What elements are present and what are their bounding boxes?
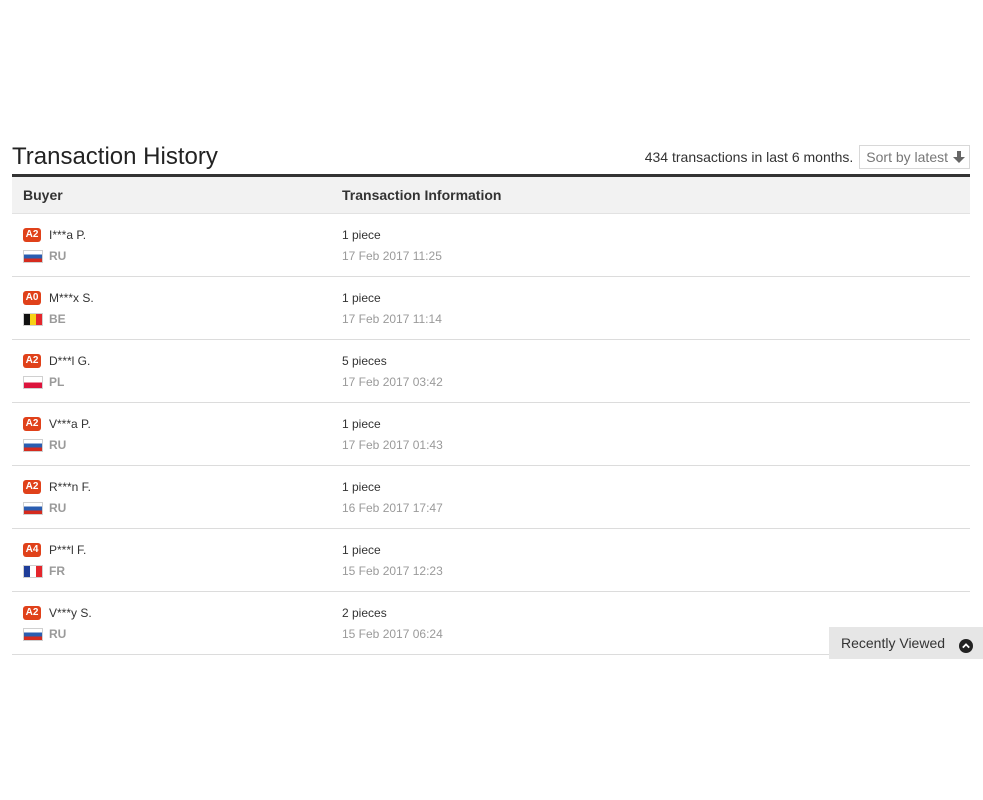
country-flag-icon xyxy=(23,249,43,263)
buyer-level-badge: A2 xyxy=(23,417,41,431)
buyer-level-badge: A2 xyxy=(23,354,41,368)
country-code: RU xyxy=(49,627,67,641)
table-row: A2 D***l G. PL 5 pieces 17 Feb 2017 03:4… xyxy=(12,340,970,403)
country-line: RU xyxy=(23,499,342,517)
country-flag-icon xyxy=(23,627,43,641)
buyer-level-badge: A0 xyxy=(23,291,41,305)
buyer-line: A2 V***y S. xyxy=(23,604,342,622)
country-flag-icon xyxy=(23,312,43,326)
table-row: A2 V***a P. RU 1 piece 17 Feb 2017 01:43 xyxy=(12,403,970,466)
quantity: 1 piece xyxy=(342,480,381,494)
recently-viewed-button[interactable]: Recently Viewed xyxy=(829,627,983,659)
country-line: PL xyxy=(23,373,342,391)
buyer-name: V***a P. xyxy=(49,417,91,431)
transaction-date: 17 Feb 2017 11:25 xyxy=(342,249,442,263)
buyer-level-badge: A4 xyxy=(23,543,41,557)
transaction-date: 17 Feb 2017 01:43 xyxy=(342,438,443,452)
quantity: 1 piece xyxy=(342,417,381,431)
transaction-info-cell: 5 pieces 17 Feb 2017 03:42 xyxy=(342,340,970,402)
country-code: BE xyxy=(49,312,66,326)
quantity: 1 piece xyxy=(342,228,381,242)
sort-label: Sort by latest xyxy=(866,149,948,165)
table-row: A2 V***y S. RU 2 pieces 15 Feb 2017 06:2… xyxy=(12,592,970,655)
transaction-history-section: Transaction History 434 transactions in … xyxy=(12,138,970,655)
buyer-level-badge: A2 xyxy=(23,228,41,242)
buyer-name: M***x S. xyxy=(49,291,94,305)
column-header-transaction-information: Transaction Information xyxy=(342,187,502,203)
transaction-info-cell: 1 piece 17 Feb 2017 11:14 xyxy=(342,277,970,339)
quantity: 2 pieces xyxy=(342,606,387,620)
table-body: A2 I***a P. RU 1 piece 17 Feb 2017 11:25… xyxy=(12,214,970,655)
buyer-line: A0 M***x S. xyxy=(23,289,342,307)
country-code: PL xyxy=(49,375,65,389)
buyer-cell: A2 R***n F. RU xyxy=(12,466,342,528)
transaction-date: 16 Feb 2017 17:47 xyxy=(342,501,443,515)
buyer-name: I***a P. xyxy=(49,228,87,242)
country-line: FR xyxy=(23,562,342,580)
header-meta: 434 transactions in last 6 months. Sort … xyxy=(645,145,970,169)
country-flag-icon xyxy=(23,501,43,515)
country-code: FR xyxy=(49,564,65,578)
buyer-cell: A2 I***a P. RU xyxy=(12,214,342,276)
quantity: 5 pieces xyxy=(342,354,387,368)
arrow-down-icon xyxy=(953,150,965,164)
transaction-date: 17 Feb 2017 03:42 xyxy=(342,375,443,389)
country-flag-icon xyxy=(23,375,43,389)
country-code: RU xyxy=(49,249,67,263)
country-code: RU xyxy=(49,501,67,515)
table-row: A2 R***n F. RU 1 piece 16 Feb 2017 17:47 xyxy=(12,466,970,529)
country-line: BE xyxy=(23,310,342,328)
buyer-name: R***n F. xyxy=(49,480,92,494)
buyer-line: A2 D***l G. xyxy=(23,352,342,370)
table-row: A0 M***x S. BE 1 piece 17 Feb 2017 11:14 xyxy=(12,277,970,340)
buyer-line: A2 R***n F. xyxy=(23,478,342,496)
country-code: RU xyxy=(49,438,67,452)
quantity: 1 piece xyxy=(342,291,381,305)
transaction-date: 15 Feb 2017 12:23 xyxy=(342,564,443,578)
buyer-line: A2 I***a P. xyxy=(23,226,342,244)
buyer-level-badge: A2 xyxy=(23,480,41,494)
buyer-line: A4 P***l F. xyxy=(23,541,342,559)
page: Transaction History 434 transactions in … xyxy=(0,0,983,800)
buyer-cell: A2 V***a P. RU xyxy=(12,403,342,465)
recently-viewed-label: Recently Viewed xyxy=(841,635,946,651)
buyer-cell: A2 V***y S. RU xyxy=(12,592,342,654)
page-title: Transaction History xyxy=(12,143,218,170)
transaction-info-cell: 1 piece 15 Feb 2017 12:23 xyxy=(342,529,970,591)
buyer-name: D***l G. xyxy=(49,354,91,368)
table-header: Buyer Transaction Information xyxy=(12,177,970,214)
buyer-cell: A2 D***l G. PL xyxy=(12,340,342,402)
quantity: 1 piece xyxy=(342,543,381,557)
country-line: RU xyxy=(23,625,342,643)
buyer-line: A2 V***a P. xyxy=(23,415,342,433)
transaction-info-cell: 1 piece 17 Feb 2017 11:25 xyxy=(342,214,970,276)
chevron-up-circle-icon xyxy=(959,639,973,653)
country-flag-icon xyxy=(23,438,43,452)
transaction-count: 434 transactions in last 6 months. xyxy=(644,149,854,165)
buyer-cell: A4 P***l F. FR xyxy=(12,529,342,591)
buyer-name: V***y S. xyxy=(49,606,92,620)
section-header: Transaction History 434 transactions in … xyxy=(12,138,970,177)
buyer-level-badge: A2 xyxy=(23,606,41,620)
sort-dropdown[interactable]: Sort by latest xyxy=(859,145,970,169)
transaction-info-cell: 1 piece 17 Feb 2017 01:43 xyxy=(342,403,970,465)
country-flag-icon xyxy=(23,564,43,578)
buyer-cell: A0 M***x S. BE xyxy=(12,277,342,339)
column-header-buyer: Buyer xyxy=(23,187,63,203)
transaction-date: 17 Feb 2017 11:14 xyxy=(342,312,442,326)
table-row: A4 P***l F. FR 1 piece 15 Feb 2017 12:23 xyxy=(12,529,970,592)
buyer-name: P***l F. xyxy=(49,543,87,557)
country-line: RU xyxy=(23,247,342,265)
table-row: A2 I***a P. RU 1 piece 17 Feb 2017 11:25 xyxy=(12,214,970,277)
country-line: RU xyxy=(23,436,342,454)
transaction-info-cell: 1 piece 16 Feb 2017 17:47 xyxy=(342,466,970,528)
